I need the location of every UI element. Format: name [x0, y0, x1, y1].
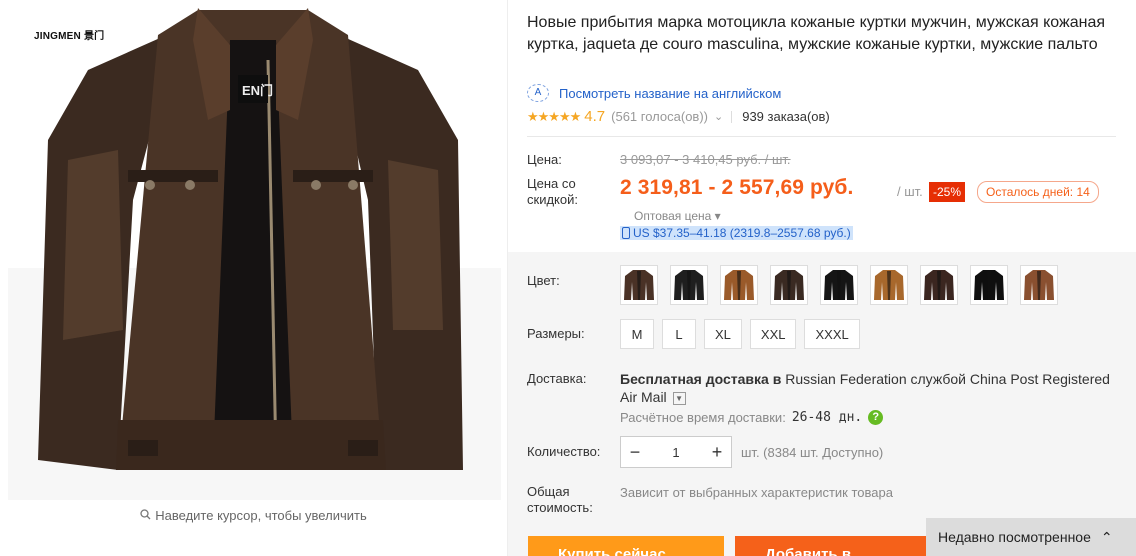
recently-viewed-label: Недавно посмотренное: [938, 529, 1091, 545]
zoom-hint-text: Наведите курсор, чтобы увеличить: [155, 508, 367, 523]
jacket-thumbnail-icon: [824, 270, 854, 300]
jacket-thumbnail-icon: [774, 270, 804, 300]
color-swatch[interactable]: [670, 265, 708, 305]
usd-price-text: US $37.35–41.18 (2319.8–2557.68 руб.): [633, 226, 851, 240]
size-option[interactable]: XXXL: [804, 319, 860, 349]
color-swatch[interactable]: [870, 265, 908, 305]
color-swatch[interactable]: [970, 265, 1008, 305]
color-label: Цвет:: [527, 273, 560, 288]
divider: [731, 110, 733, 123]
shipping-label: Доставка:: [527, 371, 587, 386]
total-note: Зависит от выбранных характеристик товар…: [620, 485, 893, 500]
size-option[interactable]: L: [662, 319, 696, 349]
total-label: Общая стоимость:: [527, 484, 593, 515]
size-options: M L XL XXL XXXL: [620, 319, 868, 349]
chevron-down-icon[interactable]: ⌄: [714, 110, 723, 123]
wholesale-price-dropdown[interactable]: Оптовая цена ▾: [634, 209, 721, 223]
price-per-unit: / шт.: [897, 184, 923, 199]
price-label: Цена:: [527, 152, 562, 167]
translate-link-text: Посмотреть название на английском: [559, 85, 782, 101]
buy-now-button[interactable]: Купить сейчас: [528, 536, 724, 556]
color-swatch[interactable]: [620, 265, 658, 305]
color-swatch[interactable]: [820, 265, 858, 305]
size-option[interactable]: XL: [704, 319, 742, 349]
jacket-thumbnail-icon: [1024, 270, 1054, 300]
sizes-label: Размеры:: [527, 326, 585, 341]
original-price: 3 093,07 - 3 410,45 руб. / шт.: [620, 152, 791, 167]
discount-badge: -25%: [929, 182, 966, 202]
zoom-hint: Наведите курсор, чтобы увеличить: [0, 508, 507, 523]
translate-icon: A: [527, 84, 549, 102]
usd-price: US $37.35–41.18 (2319.8–2557.68 руб.): [620, 226, 853, 240]
discount-price-label: Цена со скидкой:: [527, 176, 578, 207]
quantity-input[interactable]: 1: [649, 445, 703, 460]
color-swatch[interactable]: [720, 265, 758, 305]
free-shipping-text: Бесплатная доставка в: [620, 371, 782, 387]
jacket-thumbnail-icon: [724, 270, 754, 300]
color-swatch[interactable]: [1020, 265, 1058, 305]
discount-price: 2 319,81 - 2 557,69 руб.: [620, 176, 854, 199]
jacket-thumbnail-icon: [974, 270, 1004, 300]
days-left-badge: Осталось дней: 14: [977, 181, 1099, 203]
chevron-up-icon: ⌃: [1100, 528, 1113, 545]
rating-votes-link[interactable]: (561 голоса(ов)): [611, 109, 708, 124]
color-swatch[interactable]: [920, 265, 958, 305]
quantity-plus-button[interactable]: +: [703, 442, 731, 463]
orders-count: 939 заказа(ов): [742, 109, 830, 124]
add-to-cart-button[interactable]: Добавить в корзину: [735, 536, 931, 556]
help-icon[interactable]: ?: [868, 410, 884, 425]
size-option[interactable]: M: [620, 319, 654, 349]
eta-label: Расчётное время доставки:: [620, 410, 786, 425]
quantity-minus-button[interactable]: −: [621, 442, 649, 463]
rating-row: ★★★★★ 4.7 (561 голоса(ов)) ⌄ 939 заказа(…: [527, 108, 830, 125]
quantity-stepper: − 1 +: [620, 436, 732, 468]
recently-viewed-tab[interactable]: Недавно посмотренное ⌃: [926, 518, 1136, 556]
delivery-eta: Расчётное время доставки: 26-48 дн. ?: [620, 410, 884, 425]
translate-link[interactable]: A Посмотреть название на английском: [527, 84, 781, 102]
magnifier-icon: [140, 508, 151, 523]
shipping-dropdown-icon[interactable]: ▼: [672, 391, 686, 405]
divider: [527, 136, 1116, 137]
eta-value: 26-48 дн.: [791, 410, 863, 425]
color-swatch[interactable]: [770, 265, 808, 305]
shipping-info: Бесплатная доставка в Russian Federation…: [620, 370, 1116, 406]
rating-score: 4.7: [584, 108, 606, 125]
brand-logo: JINGMEN 景门: [34, 31, 105, 42]
color-swatches: [620, 265, 1070, 305]
jacket-thumbnail-icon: [624, 270, 654, 300]
product-main-image[interactable]: EN门 JINGMEN 景门: [8, 0, 501, 500]
jacket-thumbnail-icon: [874, 270, 904, 300]
size-option[interactable]: XXL: [749, 319, 797, 349]
jacket-thumbnail-icon: [674, 270, 704, 300]
quantity-label: Количество:: [527, 444, 601, 459]
star-rating-icon: ★★★★★: [527, 108, 581, 124]
product-gallery: EN门 JINGMEN 景门 Наведите курсор, чтобы ув…: [0, 0, 507, 556]
jacket-image: EN门: [38, 8, 463, 470]
collar-label: EN门: [242, 83, 273, 98]
jacket-thumbnail-icon: [924, 270, 954, 300]
product-title: Новые прибытия марка мотоцикла кожаные к…: [527, 14, 1106, 53]
quantity-available: шт. (8384 шт. Доступно): [741, 445, 884, 460]
mobile-icon: [622, 227, 630, 239]
